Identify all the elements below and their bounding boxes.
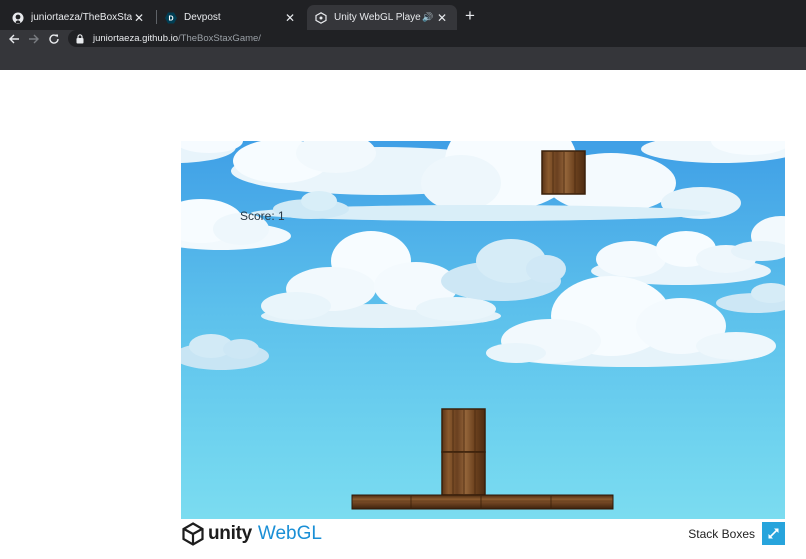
unity-wordmark: unity	[208, 523, 252, 544]
game-canvas[interactable]: Score: 1	[181, 141, 785, 519]
webgl-wordmark: WebGL	[257, 523, 322, 544]
game-scene	[181, 141, 785, 510]
cloud	[181, 334, 269, 370]
cloud	[716, 283, 785, 313]
tab-unity-player[interactable]: Unity WebGL Player | Stack B 🔊 ✕	[307, 5, 457, 30]
tab-strip: juniortaeza/TheBoxStaxGame ✕ D Devpost ✕…	[0, 0, 806, 30]
back-button[interactable]	[4, 30, 24, 47]
score-label: Score: 1	[240, 209, 285, 223]
fullscreen-icon	[768, 528, 779, 539]
new-tab-button[interactable]: +	[461, 7, 479, 25]
tab-title: juniortaeza/TheBoxStaxGame	[31, 12, 132, 23]
cloud	[641, 141, 785, 163]
url-host: juniortaeza.github.io	[93, 33, 179, 44]
tab-devpost[interactable]: D Devpost ✕	[157, 5, 305, 30]
devpost-icon: D	[165, 12, 177, 24]
unity-footer: unity WebGL Stack Boxes	[181, 519, 785, 550]
arrow-left-icon	[9, 34, 19, 43]
stacked-box	[441, 408, 486, 453]
tab-title: Unity WebGL Player | Stack B	[334, 12, 421, 23]
close-icon[interactable]: ✕	[435, 11, 449, 25]
ground-plank	[351, 494, 614, 510]
tab-github[interactable]: juniortaeza/TheBoxStaxGame ✕	[4, 5, 154, 30]
unity-webgl-logo: unity WebGL	[181, 522, 322, 546]
cloud	[731, 216, 785, 261]
close-icon[interactable]: ✕	[283, 11, 297, 25]
stacked-box	[441, 451, 486, 496]
reload-icon	[49, 33, 59, 44]
game-title: Stack Boxes	[688, 527, 755, 541]
url-path: /TheBoxStaxGame/	[178, 33, 261, 44]
unity-cube-icon	[182, 522, 204, 546]
lock-icon	[76, 33, 86, 44]
browser-toolbar: juniortaeza.github.io/TheBoxStaxGame/	[0, 30, 806, 70]
address-bar[interactable]: juniortaeza.github.io/TheBoxStaxGame/	[68, 30, 806, 47]
unity-icon	[315, 11, 327, 24]
speaker-icon[interactable]: 🔊	[421, 11, 435, 25]
svg-text:D: D	[168, 15, 173, 22]
forward-button[interactable]	[24, 30, 44, 47]
fullscreen-button[interactable]	[762, 522, 785, 545]
tab-title: Devpost	[184, 12, 221, 23]
falling-box	[541, 150, 586, 195]
reload-button[interactable]	[44, 30, 64, 47]
close-icon[interactable]: ✕	[132, 11, 146, 25]
cloud	[441, 239, 566, 301]
github-icon	[12, 12, 24, 24]
arrow-right-icon	[29, 34, 39, 43]
